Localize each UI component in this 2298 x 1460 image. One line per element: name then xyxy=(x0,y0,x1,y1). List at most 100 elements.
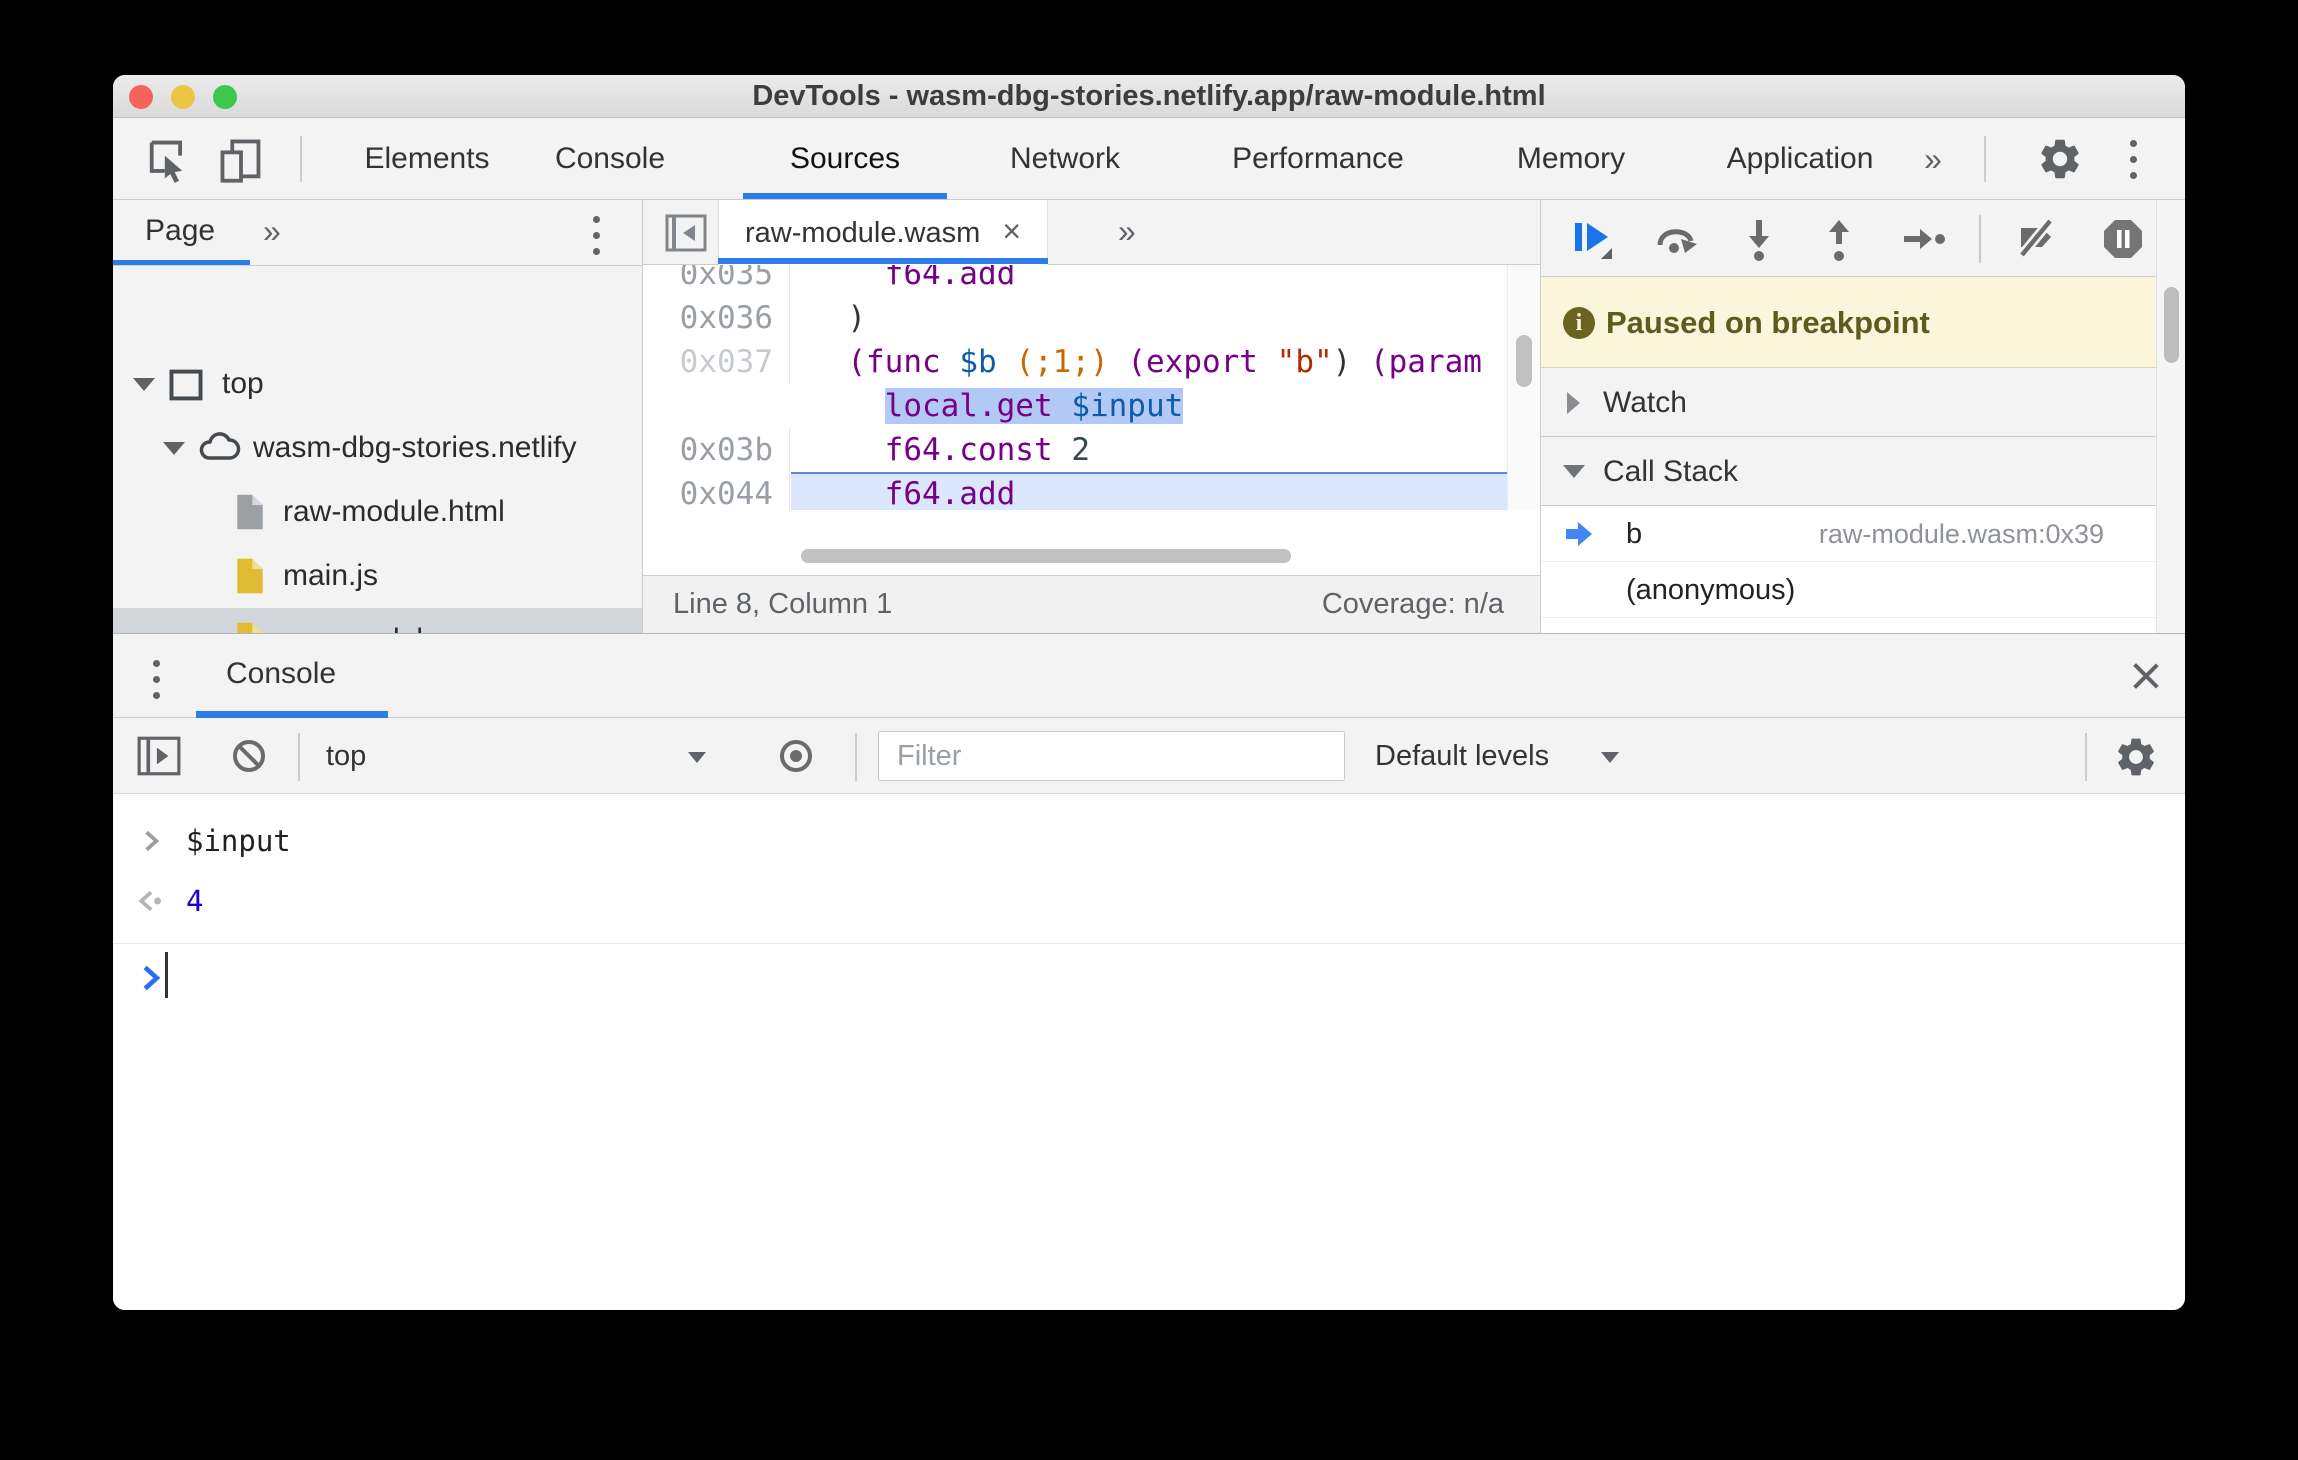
file-icon xyxy=(237,494,263,530)
tab-elements[interactable]: Elements xyxy=(364,118,489,200)
editor-vertical-scrollbar[interactable] xyxy=(1507,265,1540,510)
inspect-element-icon[interactable] xyxy=(143,136,191,184)
more-tabs-chevron[interactable]: » xyxy=(1924,118,1942,200)
console-input-chevron-icon xyxy=(145,830,160,852)
tree-item-raw-module-html[interactable]: raw-module.html xyxy=(113,480,642,544)
console-result-arrow-icon xyxy=(138,890,162,912)
line-number[interactable]: 0x035 xyxy=(643,265,790,296)
code-token: ) xyxy=(810,300,866,336)
navigator-header: Page » xyxy=(113,200,642,266)
collapsed-caret-icon[interactable] xyxy=(1567,392,1580,414)
drawer-tab-console[interactable]: Console xyxy=(226,634,336,718)
frame-icon xyxy=(169,369,203,401)
paused-message: Paused on breakpoint xyxy=(1606,305,1930,340)
toolbar-separator xyxy=(855,733,857,781)
main-menu-dots-icon[interactable] xyxy=(2130,140,2137,179)
watch-section-header[interactable]: Watch xyxy=(1541,368,2156,437)
tab-sources[interactable]: Sources xyxy=(790,118,900,200)
tab-memory[interactable]: Memory xyxy=(1517,118,1625,200)
editor-tab-label: raw-module.wasm xyxy=(745,217,981,249)
navigator-more-tabs-chevron[interactable]: » xyxy=(263,200,281,266)
tab-application[interactable]: Application xyxy=(1727,118,1874,200)
frame-location[interactable]: raw-module.wasm:0x39 xyxy=(1819,506,2104,562)
line-number[interactable]: 0x037 xyxy=(643,340,790,384)
line-number[interactable]: 0x03b xyxy=(643,428,790,472)
tree-item-main-js[interactable]: main.js xyxy=(113,544,642,608)
console-filter-input[interactable] xyxy=(878,731,1345,781)
editor-more-tabs-chevron[interactable]: » xyxy=(1118,200,1136,262)
console-drawer: Console top Default levels xyxy=(113,633,2185,1310)
window-title: DevTools - wasm-dbg-stories.netlify.app/… xyxy=(752,80,1546,112)
frame-location[interactable]: raw-module.html:9 xyxy=(1882,624,2104,633)
tree-item-origin[interactable]: wasm-dbg-stories.netlify xyxy=(113,416,642,480)
window-titlebar: DevTools - wasm-dbg-stories.netlify.app/… xyxy=(113,75,2185,118)
tree-item-top[interactable]: top xyxy=(113,352,642,416)
console-prompt[interactable] xyxy=(113,944,2185,1010)
call-stack-frame-anonymous[interactable]: (anonymous) xyxy=(1541,562,2156,618)
editor-tab-underline xyxy=(718,258,1048,264)
tab-network[interactable]: Network xyxy=(1010,118,1120,200)
tree-item-raw-module-wasm[interactable]: raw-module.wasm xyxy=(113,608,642,633)
log-levels-selector[interactable]: Default levels xyxy=(1375,718,1549,794)
expanded-caret-icon[interactable] xyxy=(1563,465,1585,478)
editor-horizontal-scrollbar[interactable] xyxy=(801,549,1291,563)
expand-caret-icon[interactable] xyxy=(163,442,185,455)
selected-tab-underline xyxy=(743,193,947,199)
live-expression-eye-icon[interactable] xyxy=(773,735,819,777)
tree-item-label: raw-module.wasm xyxy=(283,608,526,633)
show-navigator-icon[interactable] xyxy=(665,214,707,252)
drawer-header: Console xyxy=(113,634,2185,718)
navigator-menu-dots-icon[interactable] xyxy=(593,216,600,255)
code-token: f64.add xyxy=(810,476,1016,510)
step-icon[interactable] xyxy=(1900,216,1946,262)
step-out-icon[interactable] xyxy=(1816,216,1862,262)
settings-gear-icon[interactable] xyxy=(2036,135,2084,183)
close-tab-icon[interactable]: × xyxy=(1002,213,1021,249)
deactivate-breakpoints-icon[interactable] xyxy=(2014,216,2060,262)
call-stack-section-header[interactable]: Call Stack xyxy=(1541,437,2156,506)
toolbar-separator xyxy=(1984,136,1986,182)
tab-page[interactable]: Page xyxy=(145,200,215,266)
debugger-vertical-scrollbar[interactable] xyxy=(2156,200,2185,633)
step-over-icon[interactable] xyxy=(1653,216,1699,262)
tab-performance[interactable]: Performance xyxy=(1232,118,1404,200)
text-cursor-caret xyxy=(165,952,168,998)
clear-console-icon[interactable] xyxy=(227,734,271,778)
call-stack-frame-partial[interactable]: raw-module.html:9 xyxy=(1541,618,2156,633)
context-dropdown-caret-icon[interactable] xyxy=(688,752,706,763)
code-editor[interactable]: 0x035 f64.add 0x036 ) 0x037 (func $b (;1… xyxy=(643,265,1540,510)
console-toolbar: top Default levels xyxy=(113,718,2185,794)
step-into-icon[interactable] xyxy=(1736,216,1782,262)
toolbar-separator xyxy=(298,733,300,781)
file-icon xyxy=(237,558,263,594)
expand-caret-icon[interactable] xyxy=(133,378,155,391)
watch-label: Watch xyxy=(1603,386,1687,419)
tree-item-label: wasm-dbg-stories.netlify xyxy=(253,431,577,464)
debugger-sidebar: i Paused on breakpoint Watch Call Stack … xyxy=(1540,200,2185,633)
resume-script-icon[interactable] xyxy=(1568,216,1614,262)
levels-dropdown-caret-icon[interactable] xyxy=(1601,752,1619,763)
call-stack-frame-b[interactable]: b raw-module.wasm:0x39 xyxy=(1541,506,2156,562)
sources-navigator-pane: Page » top wasm-dbg-stories.netlify raw-… xyxy=(113,200,643,633)
line-number[interactable]: 0x036 xyxy=(643,296,790,340)
device-toolbar-icon[interactable] xyxy=(217,136,265,184)
console-input-message[interactable]: $input xyxy=(113,811,2185,871)
console-sidebar-toggle-icon[interactable] xyxy=(136,735,182,777)
pause-on-exceptions-icon[interactable] xyxy=(2100,216,2146,262)
close-drawer-icon[interactable] xyxy=(2129,660,2161,692)
toolbar-separator xyxy=(1979,215,1981,263)
console-tab-underline xyxy=(196,711,388,718)
console-prompt-chevron-icon xyxy=(143,965,161,991)
line-number[interactable]: 0x044 xyxy=(643,472,790,510)
console-result-message[interactable]: 4 xyxy=(113,871,2185,931)
console-settings-gear-icon[interactable] xyxy=(2113,734,2159,780)
drawer-menu-dots-icon[interactable] xyxy=(153,660,160,699)
console-result-value: 4 xyxy=(186,884,204,918)
debugger-toolbar xyxy=(1541,200,2185,277)
execution-line[interactable]: 0x039 local.get $input xyxy=(643,384,1540,510)
tab-console[interactable]: Console xyxy=(555,118,665,200)
execution-context-selector[interactable]: top xyxy=(326,718,366,794)
editor-tabbar: raw-module.wasm × » xyxy=(643,200,1615,265)
source-editor-pane: raw-module.wasm × » 0x035 f64.add 0x036 … xyxy=(643,200,1615,633)
editor-tab-raw-module-wasm[interactable]: raw-module.wasm × xyxy=(718,200,1049,265)
